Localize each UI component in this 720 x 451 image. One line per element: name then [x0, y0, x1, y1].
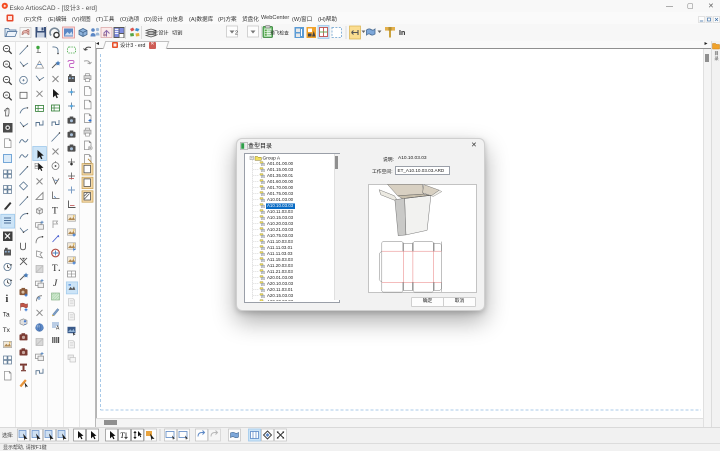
svg-text:A01.01.00.00: A01.01.00.00	[267, 161, 294, 166]
svg-text:A11.10.03.03: A11.10.03.03	[267, 239, 293, 244]
svg-text:A11.11.03.03: A11.11.03.03	[267, 251, 293, 256]
svg-text:A10.75.03.03: A10.75.03.03	[267, 233, 294, 238]
svg-text:A01.75.00.03: A01.75.00.03	[267, 191, 294, 196]
svg-text:A11.15.03.03: A11.15.03.03	[267, 257, 293, 262]
svg-text:主设计: 主设计	[153, 29, 169, 37]
svg-text:2: 2	[235, 31, 238, 37]
svg-text:A10.20.03.03: A10.20.03.03	[267, 221, 294, 226]
svg-text:A20.01.03.00: A20.01.03.00	[267, 275, 294, 280]
svg-text:A20.10.03.03: A20.10.03.03	[267, 281, 294, 286]
svg-text:A11.21.03.03: A11.21.03.03	[267, 269, 293, 274]
svg-text:A20.11.03.01: A20.11.03.01	[267, 287, 293, 292]
svg-text:A10.01.03.00: A10.01.03.00	[267, 197, 294, 202]
svg-text:A01.15.00.03: A01.15.00.03	[267, 167, 294, 172]
svg-text:A10.11.03.03: A10.11.03.03	[267, 209, 293, 214]
svg-text:A10.10.03.03: A10.10.03.03	[267, 203, 294, 208]
svg-text:A01.60.00.00: A01.60.00.00	[267, 179, 294, 184]
svg-text:A01.35.00.01: A01.35.00.01	[267, 173, 294, 178]
svg-text:A10.15.03.03: A10.15.03.03	[267, 215, 294, 220]
svg-text:In: In	[399, 30, 405, 37]
svg-text:预飞检查: 预飞检查	[270, 29, 289, 36]
svg-text:切割: 切割	[172, 29, 182, 37]
svg-text:A20.20.03.03: A20.20.03.03	[267, 299, 294, 301]
svg-text:A20.15.03.03: A20.15.03.03	[267, 293, 294, 298]
svg-text:A11.11.03.01: A11.11.03.01	[267, 245, 293, 250]
svg-text:A10.21.03.03: A10.21.03.03	[267, 227, 294, 232]
svg-text:A11.20.03.03: A11.20.03.03	[267, 263, 293, 268]
svg-text:A01.70.00.00: A01.70.00.00	[267, 185, 294, 190]
